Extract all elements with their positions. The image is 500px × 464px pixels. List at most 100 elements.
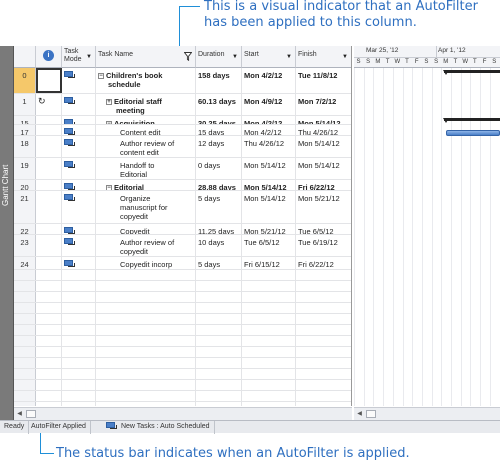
- empty-cell[interactable]: [14, 358, 36, 368]
- empty-cell[interactable]: [196, 314, 242, 324]
- empty-cell[interactable]: [14, 314, 36, 324]
- indicator-cell[interactable]: [36, 68, 62, 93]
- duration-cell[interactable]: 158 days: [196, 68, 242, 93]
- empty-cell[interactable]: [96, 380, 196, 390]
- empty-row[interactable]: [14, 380, 351, 391]
- empty-cell[interactable]: [62, 303, 96, 313]
- empty-cell[interactable]: [36, 281, 62, 291]
- finish-cell[interactable]: Fri 6/22/12: [296, 180, 351, 190]
- dropdown-arrow-icon[interactable]: ▼: [342, 53, 348, 61]
- row-number[interactable]: 22: [14, 224, 36, 234]
- table-row[interactable]: 23 Author review of copyedit 10 days Tue 6/5…: [14, 235, 351, 257]
- empty-cell[interactable]: [96, 391, 196, 401]
- start-cell[interactable]: Tue 6/5/12: [242, 235, 296, 256]
- empty-cell[interactable]: [196, 358, 242, 368]
- table-row[interactable]: 1 ↻ + Editorial staff meeting 60.13 days Mon 4…: [14, 94, 351, 116]
- empty-cell[interactable]: [36, 270, 62, 280]
- empty-cell[interactable]: [36, 292, 62, 302]
- empty-row[interactable]: [14, 391, 351, 402]
- task-mode-cell[interactable]: [62, 180, 96, 190]
- empty-cell[interactable]: [196, 391, 242, 401]
- table-row[interactable]: 18 Author review of content edit 12 days Thu…: [14, 136, 351, 158]
- indicator-cell[interactable]: [36, 257, 62, 269]
- task-name-cell[interactable]: + Editorial staff meeting: [96, 94, 196, 115]
- task-mode-cell[interactable]: [62, 68, 96, 93]
- scroll-thumb[interactable]: [366, 410, 376, 418]
- duration-cell[interactable]: 30.25 days: [196, 116, 242, 124]
- task-mode-cell[interactable]: [62, 224, 96, 234]
- empty-cell[interactable]: [242, 292, 296, 302]
- duration-cell[interactable]: 28.88 days: [196, 180, 242, 190]
- empty-row[interactable]: [14, 369, 351, 380]
- row-number[interactable]: 20: [14, 180, 36, 190]
- empty-cell[interactable]: [36, 303, 62, 313]
- dropdown-arrow-icon[interactable]: ▼: [286, 53, 292, 61]
- empty-cell[interactable]: [196, 325, 242, 335]
- empty-cell[interactable]: [36, 369, 62, 379]
- column-header-indicators[interactable]: i: [36, 46, 62, 68]
- empty-cell[interactable]: [14, 303, 36, 313]
- status-new-tasks[interactable]: New Tasks : Auto Scheduled: [102, 421, 215, 434]
- task-name-cell[interactable]: − Editorial: [96, 180, 196, 190]
- empty-cell[interactable]: [62, 281, 96, 291]
- start-cell[interactable]: Mon 4/2/12: [242, 68, 296, 93]
- empty-cell[interactable]: [96, 369, 196, 379]
- duration-cell[interactable]: 60.13 days: [196, 94, 242, 115]
- summary-bar-project[interactable]: [444, 70, 500, 73]
- table-row[interactable]: 21 Organize manuscript for copyedit 5 days Mo…: [14, 191, 351, 224]
- empty-cell[interactable]: [62, 391, 96, 401]
- empty-cell[interactable]: [242, 336, 296, 346]
- column-header-duration[interactable]: Duration ▼: [196, 46, 242, 68]
- start-cell[interactable]: Mon 4/2/12: [242, 116, 296, 124]
- finish-cell[interactable]: Mon 5/14/12: [296, 116, 351, 124]
- empty-cell[interactable]: [296, 325, 351, 335]
- finish-cell[interactable]: Mon 5/14/12: [296, 158, 351, 179]
- column-header-start[interactable]: Start ▼: [242, 46, 296, 68]
- row-number[interactable]: 23: [14, 235, 36, 256]
- scroll-left-icon[interactable]: ◀: [14, 409, 25, 419]
- empty-cell[interactable]: [62, 314, 96, 324]
- collapse-icon[interactable]: −: [106, 185, 112, 190]
- table-row[interactable]: 17 Content edit 15 days Mon 4/2/12 Thu 4/26/…: [14, 125, 351, 136]
- empty-cell[interactable]: [296, 369, 351, 379]
- duration-cell[interactable]: 5 days: [196, 257, 242, 269]
- task-mode-cell[interactable]: [62, 94, 96, 115]
- finish-cell[interactable]: Tue 6/19/12: [296, 235, 351, 256]
- empty-row[interactable]: [14, 270, 351, 281]
- expand-icon[interactable]: +: [106, 99, 112, 105]
- empty-cell[interactable]: [96, 358, 196, 368]
- indicator-cell[interactable]: [36, 224, 62, 234]
- empty-cell[interactable]: [96, 402, 196, 406]
- empty-row[interactable]: [14, 402, 351, 406]
- empty-row[interactable]: [14, 336, 351, 347]
- empty-cell[interactable]: [14, 347, 36, 357]
- empty-cell[interactable]: [14, 292, 36, 302]
- task-mode-cell[interactable]: [62, 235, 96, 256]
- empty-cell[interactable]: [62, 369, 96, 379]
- collapse-icon[interactable]: −: [106, 121, 112, 124]
- finish-cell[interactable]: Tue 11/8/12: [296, 68, 351, 93]
- empty-cell[interactable]: [14, 325, 36, 335]
- indicator-cell[interactable]: [36, 191, 62, 223]
- start-cell[interactable]: Mon 5/14/12: [242, 158, 296, 179]
- dropdown-arrow-icon[interactable]: ▼: [232, 53, 238, 61]
- task-name-cell[interactable]: − Children's book schedule: [96, 68, 196, 93]
- finish-cell[interactable]: Mon 5/14/12: [296, 136, 351, 157]
- empty-cell[interactable]: [96, 336, 196, 346]
- table-row[interactable]: 20− Editorial 28.88 days Mon 5/14/12 Fri 6/2…: [14, 180, 351, 191]
- duration-cell[interactable]: 5 days: [196, 191, 242, 223]
- empty-row[interactable]: [14, 292, 351, 303]
- empty-cell[interactable]: [36, 358, 62, 368]
- row-number[interactable]: 1: [14, 94, 36, 115]
- task-name-cell[interactable]: − Acquisition: [96, 116, 196, 124]
- empty-cell[interactable]: [296, 391, 351, 401]
- empty-cell[interactable]: [196, 380, 242, 390]
- duration-cell[interactable]: 12 days: [196, 136, 242, 157]
- empty-cell[interactable]: [296, 281, 351, 291]
- task-mode-cell[interactable]: [62, 116, 96, 124]
- start-cell[interactable]: Fri 6/15/12: [242, 257, 296, 269]
- start-cell[interactable]: Mon 4/2/12: [242, 125, 296, 135]
- indicator-cell[interactable]: [36, 158, 62, 179]
- duration-cell[interactable]: 10 days: [196, 235, 242, 256]
- column-header-task-mode[interactable]: Task Mode ▼: [62, 46, 96, 68]
